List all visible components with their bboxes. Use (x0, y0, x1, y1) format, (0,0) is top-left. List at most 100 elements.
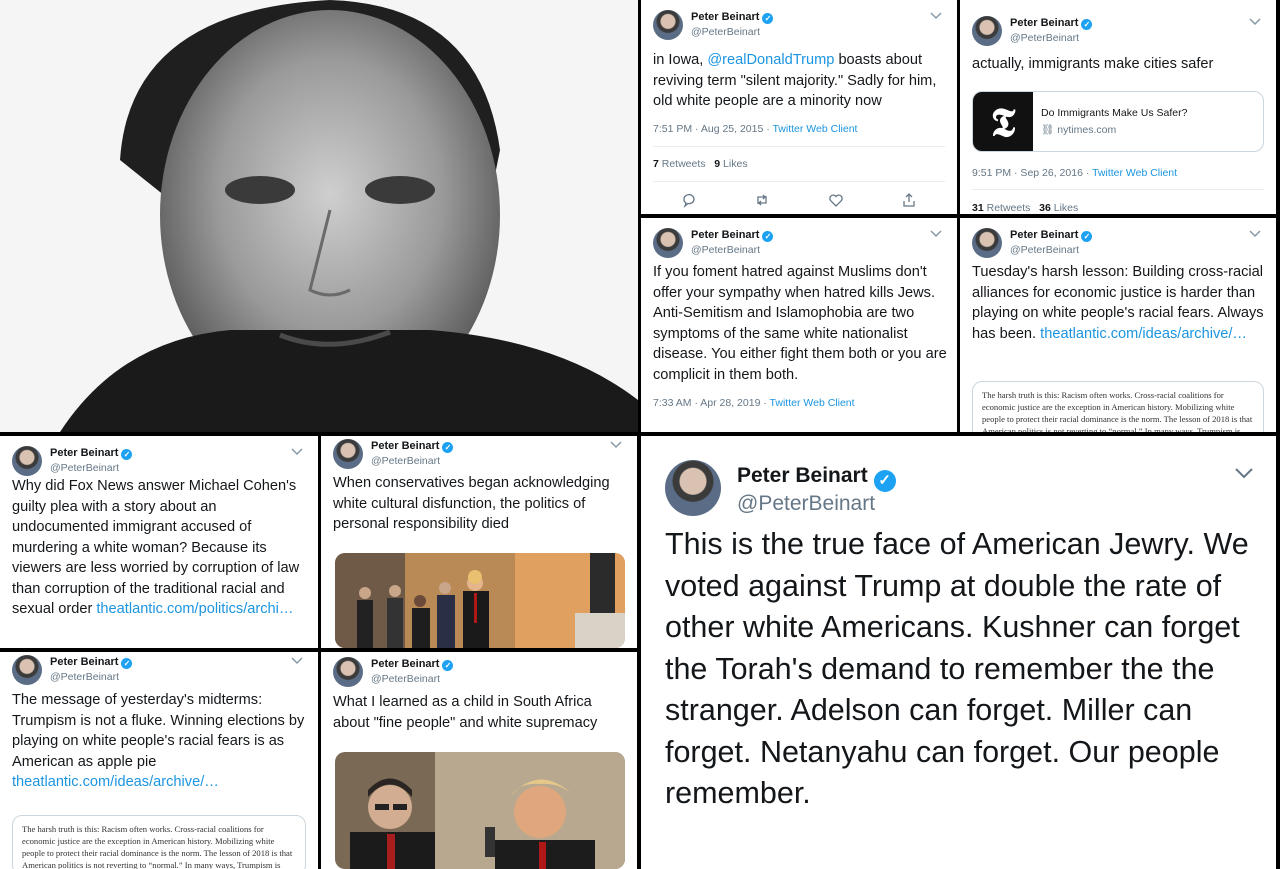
chevron-down-icon[interactable] (1248, 228, 1262, 240)
verified-badge-icon: ✓ (442, 442, 454, 453)
author-handle[interactable]: @PeterBeinart (371, 673, 440, 685)
author-handle[interactable]: @PeterBeinart (737, 492, 875, 516)
author-name[interactable]: Peter Beinart ✓ (371, 440, 454, 453)
author-name[interactable]: Peter Beinart ✓ (691, 229, 774, 242)
avatar[interactable] (972, 16, 1002, 46)
tweet-header: Peter Beinart ✓ @PeterBeinart (333, 657, 625, 687)
mention-link[interactable]: @realDonaldTrump (707, 52, 834, 68)
chevron-down-icon[interactable] (290, 655, 304, 667)
author-handle[interactable]: @PeterBeinart (50, 462, 119, 474)
tweet-foment[interactable]: Peter Beinart ✓ @PeterBeinart If you fome… (641, 218, 957, 432)
author-handle[interactable]: @PeterBeinart (371, 455, 440, 467)
news-photo-image (335, 553, 625, 648)
tweet-text: Tuesday's harsh lesson: Building cross-r… (972, 264, 1264, 342)
tweet-southafrica[interactable]: Peter Beinart ✓ @PeterBeinart What I lear… (321, 652, 637, 869)
client-link[interactable]: Twitter Web Client (770, 397, 855, 409)
tweet-timestamp: 9:51 PM · Sep 26, 2016 · Twitter Web Cli… (972, 167, 1178, 179)
news-photo[interactable] (335, 752, 625, 869)
verified-badge-icon: ✓ (442, 660, 454, 671)
tweet-header: Peter Beinart ✓ @PeterBeinart (972, 16, 1264, 46)
tweet-header: Peter Beinart ✓ @PeterBeinart (972, 228, 1264, 258)
tweet-text: Why did Fox News answer Michael Cohen's … (12, 478, 300, 617)
tweet-text: When conservatives began acknowledging w… (333, 475, 610, 532)
avatar[interactable] (333, 657, 363, 687)
tweet-text: This is the true face of American Jewry.… (665, 527, 1249, 810)
author-handle[interactable]: @PeterBeinart (50, 671, 119, 683)
verified-badge-icon: ✓ (121, 658, 133, 669)
tweet-foxnews[interactable]: Peter Beinart ✓ @PeterBeinart Why did Fox… (0, 436, 318, 648)
avatar[interactable] (653, 228, 683, 258)
article-link[interactable]: theatlantic.com/ideas/archive/… (1040, 326, 1247, 342)
tweet-timestamp: 7:51 PM · Aug 25, 2015 · Twitter Web Cli… (653, 123, 858, 135)
divider (972, 189, 1264, 190)
link-icon: ⛓ (1041, 124, 1055, 136)
article-excerpt[interactable]: The harsh truth is this: Racism often wo… (12, 815, 306, 869)
share-icon[interactable] (901, 192, 917, 208)
tweet-header: Peter Beinart ✓ @PeterBeinart (653, 228, 945, 258)
author-name[interactable]: Peter Beinart ✓ (691, 11, 774, 24)
tweet-conservatives[interactable]: Peter Beinart ✓ @PeterBeinart When conser… (321, 436, 637, 648)
author-name[interactable]: Peter Beinart ✓ (50, 656, 133, 669)
tweet-iowa[interactable]: Peter Beinart ✓ @PeterBeinart in Iowa, @r… (641, 0, 957, 214)
avatar[interactable] (333, 439, 363, 469)
tweet-text: If you foment hatred against Muslims don… (653, 264, 947, 383)
retweet-icon[interactable] (754, 192, 770, 208)
card-domain: ⛓ nytimes.com (1041, 124, 1117, 136)
tweet-text: actually, immigrants make cities safer (972, 56, 1214, 72)
chevron-down-icon[interactable] (929, 10, 943, 22)
nyt-logo: 𝕿 (973, 92, 1033, 151)
verified-badge-icon: ✓ (1081, 231, 1093, 242)
author-handle[interactable]: @PeterBeinart (691, 244, 760, 256)
news-photo[interactable] (335, 553, 625, 648)
verified-badge-icon: ✓ (121, 449, 133, 460)
avatar[interactable] (12, 655, 42, 685)
article-excerpt[interactable]: The harsh truth is this: Racism often wo… (972, 381, 1264, 432)
chevron-down-icon[interactable] (1248, 16, 1262, 28)
tweet-jewry[interactable]: Peter Beinart ✓ @PeterBeinart This is the… (641, 436, 1276, 869)
avatar[interactable] (12, 446, 42, 476)
portrait-image (0, 0, 638, 432)
article-link[interactable]: theatlantic.com/ideas/archive/… (12, 774, 219, 790)
verified-badge-icon: ✓ (1081, 19, 1093, 30)
chevron-down-icon[interactable] (290, 446, 304, 458)
article-link[interactable]: theatlantic.com/politics/archi… (96, 601, 293, 617)
link-card[interactable]: 𝕿 Do Immigrants Make Us Safer? ⛓ nytimes… (972, 91, 1264, 152)
author-name[interactable]: Peter Beinart ✓ (50, 447, 133, 460)
tweet-header: Peter Beinart ✓ @PeterBeinart (665, 460, 1255, 520)
verified-badge-icon: ✓ (873, 470, 896, 492)
tweet-text: in Iowa, @realDonaldTrump boasts about r… (653, 52, 937, 109)
chevron-down-icon[interactable] (1233, 464, 1255, 482)
divider (653, 146, 945, 147)
tweet-header: Peter Beinart ✓ @PeterBeinart (653, 10, 945, 40)
tweet-header: Peter Beinart ✓ @PeterBeinart (333, 439, 625, 469)
author-handle[interactable]: @PeterBeinart (1010, 32, 1079, 44)
chevron-down-icon[interactable] (929, 228, 943, 240)
like-icon[interactable] (828, 192, 844, 208)
avatar[interactable] (972, 228, 1002, 258)
avatar[interactable] (653, 10, 683, 40)
avatar[interactable] (665, 460, 721, 516)
chevron-down-icon[interactable] (609, 439, 623, 451)
portrait-photo (0, 0, 638, 432)
news-photo-image (335, 752, 625, 869)
author-name[interactable]: Peter Beinart ✓ (1010, 17, 1093, 30)
author-name[interactable]: Peter Beinart ✓ (371, 658, 454, 671)
tweet-text: What I learned as a child in South Afric… (333, 694, 598, 731)
tweet-stats: 7 Retweets 9 Likes (653, 158, 748, 170)
author-handle[interactable]: @PeterBeinart (691, 26, 760, 38)
author-name[interactable]: Peter Beinart ✓ (737, 464, 896, 492)
tweet-stats: 31 Retweets 36 Likes (972, 202, 1079, 214)
client-link[interactable]: Twitter Web Client (1092, 167, 1177, 179)
tweet-immigrants[interactable]: Peter Beinart ✓ @PeterBeinart actually, i… (960, 0, 1276, 214)
author-handle[interactable]: @PeterBeinart (1010, 244, 1079, 256)
divider (653, 181, 945, 182)
tweet-text: The message of yesterday's midterms: Tru… (12, 692, 305, 790)
tweet-actions (681, 192, 917, 208)
client-link[interactable]: Twitter Web Client (772, 123, 857, 135)
verified-badge-icon: ✓ (762, 13, 774, 24)
reply-icon[interactable] (681, 192, 697, 208)
tweet-tuesday[interactable]: Peter Beinart ✓ @PeterBeinart Tuesday's h… (960, 218, 1276, 432)
tweet-midterms[interactable]: Peter Beinart ✓ @PeterBeinart The message… (0, 652, 318, 869)
tweet-timestamp: 7:33 AM · Apr 28, 2019 · Twitter Web Cli… (653, 397, 855, 409)
author-name[interactable]: Peter Beinart ✓ (1010, 229, 1093, 242)
